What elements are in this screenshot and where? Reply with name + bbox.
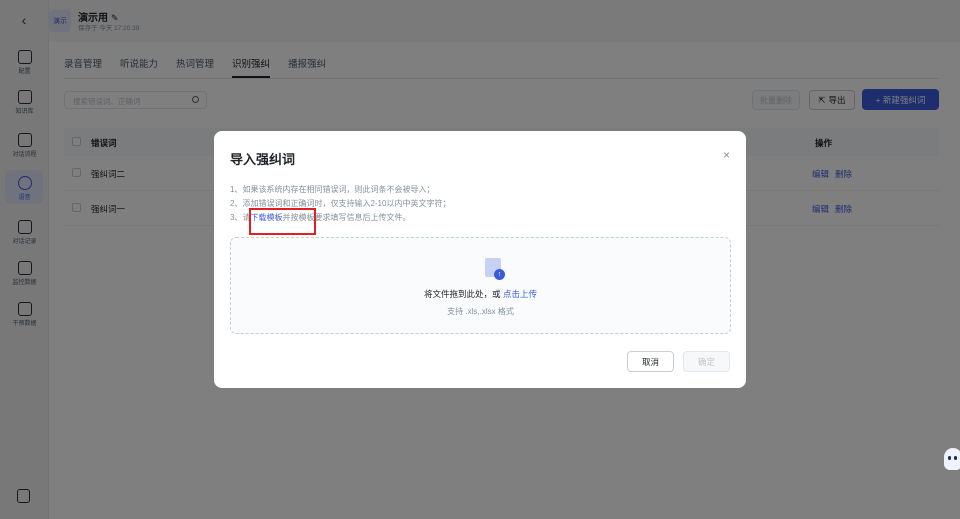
upload-text-prefix: 将文件拖到此处，或 [424, 289, 501, 299]
tip-3-prefix: 3、请 [230, 213, 251, 222]
mascot-eye [954, 456, 957, 460]
dialog-title: 导入强纠词 [230, 152, 296, 167]
mascot-eye [948, 456, 951, 460]
assistant-mascot-icon[interactable] [944, 448, 960, 470]
confirm-button[interactable]: 确定 [683, 351, 730, 372]
upload-text: 将文件拖到此处，或 点击上传 [231, 288, 730, 300]
close-icon[interactable]: × [723, 148, 730, 162]
import-dialog: 导入强纠词 × 1、如果该系统内存在相同错误词，则此词条不会被导入； 2、添加错… [214, 131, 746, 388]
click-upload-link[interactable]: 点击上传 [503, 289, 537, 299]
highlight-box [249, 208, 316, 235]
upload-arrow-icon: ↑ [494, 269, 505, 280]
file-upload-icon: ↑ [485, 258, 505, 280]
upload-dropzone[interactable]: ↑ 将文件拖到此处，或 点击上传 支持 .xls,.xlsx 格式 [230, 237, 731, 334]
tip-1: 1、如果该系统内存在相同错误词，则此词条不会被导入； [230, 185, 435, 194]
upload-format-hint: 支持 .xls,.xlsx 格式 [447, 307, 514, 316]
cancel-button[interactable]: 取消 [627, 351, 674, 372]
